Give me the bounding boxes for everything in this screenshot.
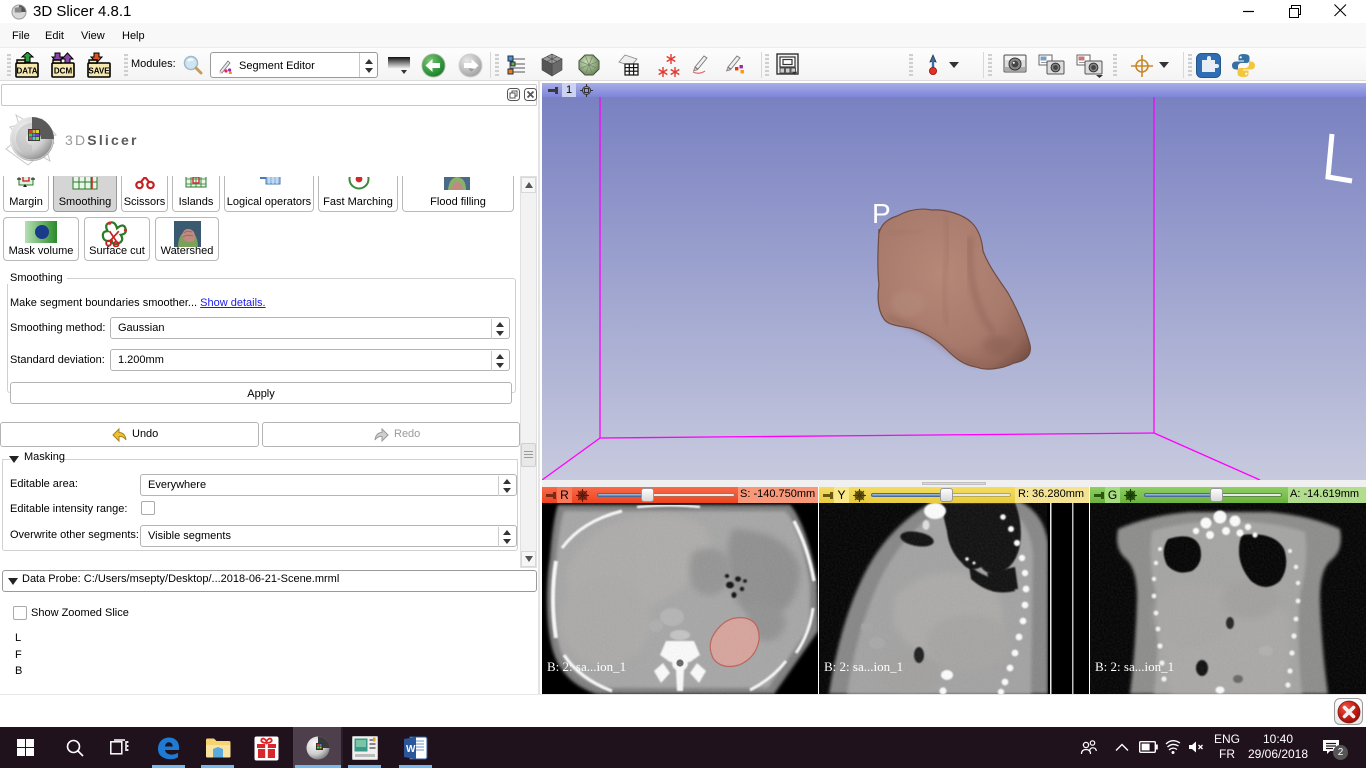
svg-text:P: P <box>872 198 891 229</box>
svg-text:SAVE: SAVE <box>88 67 110 76</box>
svg-text:B: 2: sa...ion_1: B: 2: sa...ion_1 <box>824 659 903 674</box>
svg-text:DATA: DATA <box>16 67 37 76</box>
svg-text:B: 2: sa...ion_1: B: 2: sa...ion_1 <box>547 659 626 674</box>
svg-text:B: 2: sa...ion_1: B: 2: sa...ion_1 <box>1095 659 1174 674</box>
svg-text:W: W <box>406 744 416 755</box>
svg-text:DCM: DCM <box>54 67 73 76</box>
